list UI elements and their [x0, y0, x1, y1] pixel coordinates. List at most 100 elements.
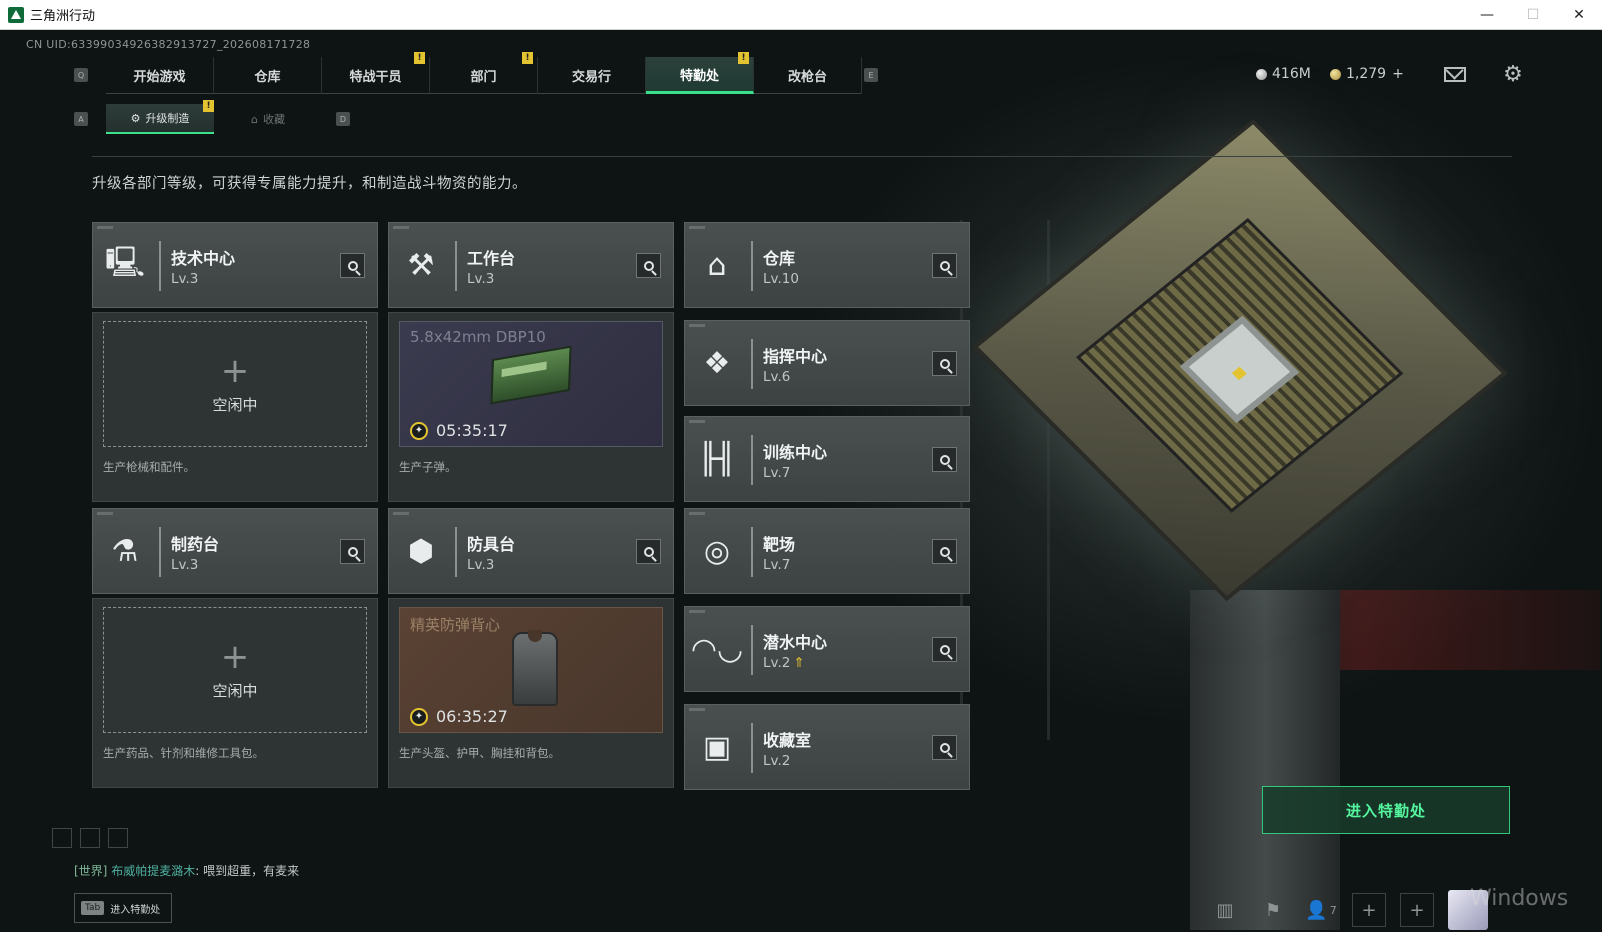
dept-name: 技术中心	[171, 249, 236, 268]
tab-trading[interactable]: 交易行	[538, 57, 646, 94]
dept-card-tech-center[interactable]: 🖳 技术中心 Lv.3	[92, 222, 378, 308]
plus-icon: +	[220, 350, 250, 391]
dept-level: Lv.7	[763, 557, 791, 573]
gear-icon[interactable]: ⚙	[1502, 64, 1524, 86]
production-slot-armor[interactable]: 精英防弹背心 ✦ 06:35:27 生产头盔、护甲、胸挂和背包。	[388, 598, 674, 788]
search-icon[interactable]	[932, 351, 957, 376]
tab-hint-enter[interactable]: Tab 进入特勤处	[74, 893, 172, 923]
tab-special-ops[interactable]: 特勤处!	[646, 52, 754, 94]
gold-coin-icon	[1330, 68, 1341, 80]
producing-slot[interactable]: 精英防弹背心 ✦ 06:35:27	[399, 607, 663, 733]
empty-slot[interactable]: + 空闲中	[103, 607, 367, 733]
dept-card-command-center[interactable]: ❖ 指挥中心 Lv.6	[684, 320, 970, 406]
wrench-icon: ✦	[410, 421, 428, 440]
idle-status: 空闲中	[212, 395, 258, 414]
upgrade-arrow-icon: ⇑	[793, 655, 805, 671]
gold-currency[interactable]: 1,279 +	[1330, 66, 1404, 82]
subtab-upgrade-craft[interactable]: ⚙ 升级制造 !	[106, 100, 214, 134]
tab-gunsmith[interactable]: 改枪台	[754, 57, 862, 94]
corner-tag	[689, 708, 705, 711]
dept-name: 靶场	[763, 535, 796, 554]
dept-card-diving-center[interactable]: ◠◡ 潜水中心 Lv.2 ⇑	[684, 606, 970, 692]
search-icon[interactable]	[340, 253, 365, 278]
production-slot-pharmacy[interactable]: + 空闲中 生产药品、针剂和维修工具包。	[92, 598, 378, 788]
search-icon[interactable]	[932, 637, 957, 662]
vest-image	[512, 630, 558, 706]
chat-message[interactable]: [世界] 布威帕提麦潞木: 喂到超重，有麦来	[74, 862, 299, 879]
search-icon[interactable]	[636, 539, 661, 564]
add-friend-slot-button[interactable]: +	[1400, 893, 1434, 927]
cube-dot-art	[1231, 366, 1247, 381]
tab-operators[interactable]: 特战干员!	[322, 52, 430, 94]
search-icon[interactable]	[932, 253, 957, 278]
add-gold-button[interactable]: +	[1392, 66, 1404, 82]
sub-tabs: ⚙ 升级制造 ! ⌂ 收藏	[106, 100, 322, 134]
corner-tag	[393, 512, 409, 515]
production-slot-workbench[interactable]: 5.8x42mm DBP10 ✦ 05:35:17 生产子弹。	[388, 312, 674, 502]
dept-card-warehouse[interactable]: ⌂ 仓库 Lv.10	[684, 222, 970, 308]
bottom-toolbar: ▥ ⚑ 👤 7 + +	[1208, 890, 1488, 930]
producing-slot[interactable]: 5.8x42mm DBP10 ✦ 05:35:17	[399, 321, 663, 447]
separator	[751, 435, 753, 485]
subtab-collection[interactable]: ⌂ 收藏	[214, 104, 322, 134]
hangar-icon: ⌂	[707, 247, 727, 283]
separator	[159, 527, 161, 577]
maximize-button[interactable]: ☐	[1510, 0, 1556, 30]
enter-special-ops-button[interactable]: 进入特勤处	[1262, 786, 1510, 834]
search-icon[interactable]	[340, 539, 365, 564]
search-icon[interactable]	[932, 735, 957, 760]
dept-name: 训练中心	[763, 443, 828, 462]
ammo-box-image	[490, 345, 572, 405]
dept-name: 防具台	[467, 535, 516, 554]
close-button[interactable]: ✕	[1556, 0, 1602, 30]
cube-core-art	[1179, 315, 1300, 423]
empty-slot[interactable]: + 空闲中	[103, 321, 367, 447]
corner-tag	[689, 324, 705, 327]
dept-card-pharmacy[interactable]: ⚗ 制药台 Lv.3	[92, 508, 378, 594]
chat-filter-button[interactable]	[108, 828, 128, 848]
production-description: 生产头盔、护甲、胸挂和背包。	[399, 746, 560, 760]
dept-card-armor[interactable]: ⬢ 防具台 Lv.3	[388, 508, 674, 594]
search-icon[interactable]	[636, 253, 661, 278]
subtab-key-d[interactable]: D	[336, 112, 350, 126]
corner-tag	[97, 512, 113, 515]
stats-chart-icon[interactable]: ▥	[1208, 893, 1242, 927]
computer-icon: 🖳	[104, 244, 146, 280]
mail-icon[interactable]	[1444, 67, 1466, 82]
notification-badge: !	[738, 52, 749, 64]
window-controls: — ☐ ✕	[1464, 0, 1602, 30]
tab-warehouse[interactable]: 仓库	[214, 57, 322, 94]
window-title: 三角洲行动	[30, 9, 96, 24]
dept-card-range[interactable]: ◎ 靶场 Lv.7	[684, 508, 970, 594]
collection-icon: ⌂	[251, 112, 258, 126]
friends-icon[interactable]: 👤 7	[1304, 893, 1338, 927]
wrench-icon: ✦	[410, 707, 428, 726]
tab-start-game[interactable]: 开始游戏	[106, 57, 214, 94]
production-description: 生产枪械和配件。	[103, 460, 195, 474]
nav-key-e[interactable]: E	[864, 68, 878, 82]
dept-name: 潜水中心	[763, 633, 828, 652]
search-icon[interactable]	[932, 539, 957, 564]
windows-watermark: Windows	[1470, 886, 1569, 911]
subtab-key-a[interactable]: A	[74, 112, 88, 126]
flag-icon[interactable]: ⚑	[1256, 893, 1290, 927]
search-icon[interactable]	[932, 447, 957, 472]
chat-user[interactable]: 布威帕提麦潞木	[111, 864, 195, 878]
minimize-button[interactable]: —	[1464, 0, 1510, 30]
craft-icon: ⚙	[130, 111, 141, 125]
add-friend-slot-button[interactable]: +	[1352, 893, 1386, 927]
dept-card-training-center[interactable]: ╟╢ 训练中心 Lv.7	[684, 416, 970, 502]
tab-key: Tab	[81, 901, 105, 915]
chat-filter-button[interactable]	[52, 828, 72, 848]
diving-mask-icon: ◠◡	[690, 631, 744, 667]
dumbbell-icon: ╟╢	[698, 441, 736, 477]
dept-card-workbench[interactable]: ⚒ 工作台 Lv.3	[388, 222, 674, 308]
tab-departments[interactable]: 部门!	[430, 52, 538, 94]
dept-card-collection-room[interactable]: ▣ 收藏室 Lv.2	[684, 704, 970, 790]
dept-name: 工作台	[467, 249, 516, 268]
special-ops-cube-art	[972, 118, 1508, 602]
idle-status: 空闲中	[212, 681, 258, 700]
production-slot-tech[interactable]: + 空闲中 生产枪械和配件。	[92, 312, 378, 502]
nav-key-q[interactable]: Q	[74, 68, 88, 82]
chat-filter-button[interactable]	[80, 828, 100, 848]
